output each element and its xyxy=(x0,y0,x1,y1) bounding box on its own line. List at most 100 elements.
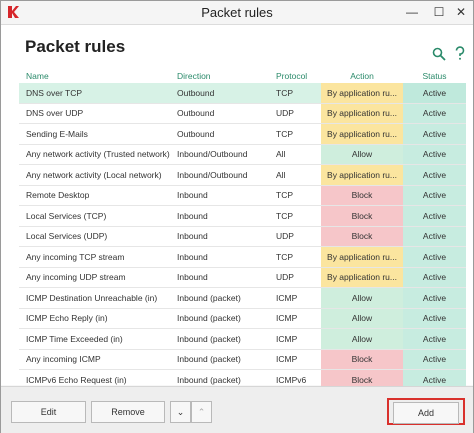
action-cell[interactable]: Allow xyxy=(321,308,403,329)
direction-cell: Inbound/Outbound xyxy=(170,164,269,186)
action-cell[interactable]: Block xyxy=(321,226,403,247)
direction-cell: Inbound xyxy=(170,246,269,268)
table-row[interactable]: Remote Desktop Inbound TCP Block Active xyxy=(19,185,466,206)
protocol-cell: UDP xyxy=(269,226,321,247)
direction-cell: Outbound xyxy=(170,83,269,104)
table-row[interactable]: Sending E-Mails Outbound TCP By application… xyxy=(19,123,466,145)
status-cell[interactable]: Active xyxy=(403,308,466,329)
main-content: Packet rules Name Direction Protocol Act… xyxy=(1,25,473,391)
table-row[interactable]: Any network activity (Trusted network) In… xyxy=(19,144,466,165)
action-cell[interactable]: Block xyxy=(321,349,403,370)
protocol-cell: UDP xyxy=(269,103,321,124)
rule-name-cell: DNS over UDP xyxy=(19,103,170,124)
rule-name-cell: Any incoming UDP stream xyxy=(19,267,170,288)
protocol-cell: ICMP xyxy=(269,287,321,309)
protocol-cell: TCP xyxy=(269,246,321,268)
rule-name-cell: Local Services (UDP) xyxy=(19,226,170,247)
column-header-direction[interactable]: Direction xyxy=(170,69,269,83)
status-cell[interactable]: Active xyxy=(403,185,466,206)
direction-cell: Inbound xyxy=(170,185,269,206)
move-down-button[interactable]: ⌄ xyxy=(170,401,191,423)
status-cell[interactable]: Active xyxy=(403,144,466,165)
rule-name-cell: DNS over TCP xyxy=(19,83,170,104)
protocol-cell: ICMP xyxy=(269,328,321,350)
status-cell[interactable]: Active xyxy=(403,328,466,350)
status-cell[interactable]: Active xyxy=(403,164,466,186)
rule-name-cell: Any incoming ICMP xyxy=(19,349,170,370)
rule-name-cell: Remote Desktop xyxy=(19,185,170,206)
column-header-status[interactable]: Status xyxy=(403,69,466,83)
direction-cell: Inbound (packet) xyxy=(170,349,269,370)
search-icon[interactable] xyxy=(432,47,446,61)
direction-cell: Inbound (packet) xyxy=(170,287,269,309)
table-row[interactable]: DNS over TCP Outbound TCP By application ru… xyxy=(19,83,466,104)
table-row[interactable]: Local Services (TCP) Inbound TCP Block Activ… xyxy=(19,205,466,227)
action-cell[interactable]: Allow xyxy=(321,328,403,350)
remove-button[interactable]: Remove xyxy=(91,401,165,423)
status-cell[interactable]: Active xyxy=(403,349,466,370)
action-cell[interactable]: Allow xyxy=(321,144,403,165)
packet-rules-table: Name Direction Protocol Action Status DN… xyxy=(19,69,466,391)
rule-name-cell: ICMP Destination Unreachable (in) xyxy=(19,287,170,309)
column-header-name[interactable]: Name xyxy=(19,69,170,83)
table-row[interactable]: Any incoming ICMP Inbound (packet) ICMP Blo… xyxy=(19,349,466,370)
action-cell[interactable]: Block xyxy=(321,205,403,227)
action-cell[interactable]: By application ru... xyxy=(321,164,403,186)
minimize-button[interactable]: — xyxy=(402,3,422,21)
rule-name-cell: Any network activity (Trusted network) xyxy=(19,144,170,165)
action-cell[interactable]: By application ru... xyxy=(321,123,403,145)
status-cell[interactable]: Active xyxy=(403,226,466,247)
status-cell[interactable]: Active xyxy=(403,83,466,104)
direction-cell: Inbound/Outbound xyxy=(170,144,269,165)
rule-name-cell: Any network activity (Local network) xyxy=(19,164,170,186)
protocol-cell: TCP xyxy=(269,123,321,145)
table-row[interactable]: ICMP Time Exceeded (in) Inbound (packet) I… xyxy=(19,328,466,350)
status-cell[interactable]: Active xyxy=(403,103,466,124)
direction-cell: Inbound xyxy=(170,226,269,247)
table-row[interactable]: Any incoming TCP stream Inbound TCP By appl… xyxy=(19,246,466,268)
table-row[interactable]: Local Services (UDP) Inbound UDP Block Activ… xyxy=(19,226,466,247)
rule-name-cell: ICMP Echo Reply (in) xyxy=(19,308,170,329)
edit-button[interactable]: Edit xyxy=(11,401,86,423)
table-row[interactable]: Any incoming UDP stream Inbound UDP By appl… xyxy=(19,267,466,288)
protocol-cell: UDP xyxy=(269,267,321,288)
status-cell[interactable]: Active xyxy=(403,246,466,268)
column-header-protocol[interactable]: Protocol xyxy=(269,69,321,83)
help-icon[interactable] xyxy=(453,46,467,60)
footer-toolbar: Edit Remove ⌄ ⌃ Add xyxy=(1,386,473,433)
table-row[interactable]: ICMP Destination Unreachable (in) Inbound… xyxy=(19,287,466,309)
protocol-cell: All xyxy=(269,164,321,186)
title-bar: Packet rules — ☐ ✕ xyxy=(1,1,473,25)
rule-name-cell: Local Services (TCP) xyxy=(19,205,170,227)
close-button[interactable]: ✕ xyxy=(451,3,471,21)
maximize-button[interactable]: ☐ xyxy=(429,3,449,21)
table-body: DNS over TCP Outbound TCP By application ru… xyxy=(19,83,466,391)
action-cell[interactable]: By application ru... xyxy=(321,246,403,268)
protocol-cell: TCP xyxy=(269,185,321,206)
action-cell[interactable]: Allow xyxy=(321,287,403,309)
table-header-row: Name Direction Protocol Action Status xyxy=(19,69,466,83)
table-row[interactable]: Any network activity (Local network) Inbo… xyxy=(19,164,466,186)
add-button[interactable]: Add xyxy=(393,402,459,424)
table-row[interactable]: DNS over UDP Outbound UDP By application ru… xyxy=(19,103,466,124)
move-up-button[interactable]: ⌃ xyxy=(191,401,212,423)
column-header-action[interactable]: Action xyxy=(321,69,403,83)
action-cell[interactable]: Block xyxy=(321,185,403,206)
status-cell[interactable]: Active xyxy=(403,205,466,227)
action-cell[interactable]: By application ru... xyxy=(321,267,403,288)
status-cell[interactable]: Active xyxy=(403,267,466,288)
page-title: Packet rules xyxy=(25,37,126,56)
protocol-cell: ICMP xyxy=(269,349,321,370)
action-cell[interactable]: By application ru... xyxy=(321,83,403,104)
protocol-cell: ICMP xyxy=(269,308,321,329)
direction-cell: Inbound (packet) xyxy=(170,328,269,350)
direction-cell: Inbound xyxy=(170,205,269,227)
rule-name-cell: Sending E-Mails xyxy=(19,123,170,145)
direction-cell: Inbound (packet) xyxy=(170,308,269,329)
action-cell[interactable]: By application ru... xyxy=(321,103,403,124)
rule-name-cell: ICMP Time Exceeded (in) xyxy=(19,328,170,350)
status-cell[interactable]: Active xyxy=(403,287,466,309)
table-row[interactable]: ICMP Echo Reply (in) Inbound (packet) ICMP… xyxy=(19,308,466,329)
status-cell[interactable]: Active xyxy=(403,123,466,145)
protocol-cell: TCP xyxy=(269,205,321,227)
